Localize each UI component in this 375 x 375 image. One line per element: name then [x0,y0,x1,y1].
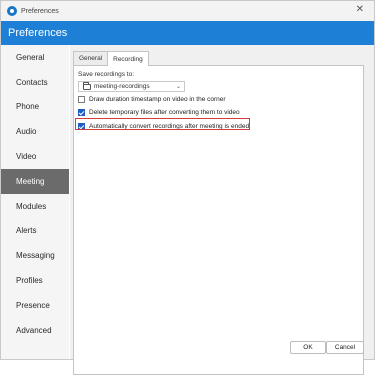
sidebar: General Contacts Phone Audio Video Meeti… [1,45,69,359]
save-recordings-label: Save recordings to: [78,71,135,78]
folder-select[interactable]: meeting-recordings ⌄ [78,81,185,92]
sidebar-item-presence[interactable]: Presence [1,293,69,318]
highlight-box [75,118,250,130]
title-bar: Preferences ✕ [1,1,374,21]
sidebar-item-phone[interactable]: Phone [1,95,69,120]
preferences-window: Preferences ✕ Preferences General Contac… [0,0,375,375]
app-logo-icon [7,6,17,16]
window-title: Preferences [21,7,59,15]
option-delete-temp-files[interactable]: Delete temporary files after converting … [78,107,240,117]
sidebar-item-modules[interactable]: Modules [1,194,69,219]
sidebar-item-alerts[interactable]: Alerts [1,219,69,244]
sidebar-item-advanced[interactable]: Advanced [1,318,69,343]
ok-button[interactable]: OK [290,341,326,354]
folder-icon [83,81,91,90]
draw-timestamp-label: Draw duration timestamp on video in the … [89,95,226,103]
header-bar: Preferences [1,21,374,45]
draw-timestamp-checkbox[interactable] [78,95,85,103]
tab-general[interactable]: General [73,51,109,65]
sidebar-item-audio[interactable]: Audio [1,119,69,144]
cancel-button[interactable]: Cancel [326,341,364,354]
delete-temp-files-label: Delete temporary files after converting … [89,108,240,116]
sidebar-item-meeting[interactable]: Meeting [1,168,69,194]
option-draw-timestamp[interactable]: Draw duration timestamp on video in the … [78,94,226,104]
delete-temp-files-checkbox[interactable] [78,108,85,116]
sidebar-item-profiles[interactable]: Profiles [1,268,69,293]
tab-recording[interactable]: Recording [107,51,149,66]
sidebar-item-general[interactable]: General [1,45,69,70]
tab-bar: General Recording [73,51,149,66]
page-title: Preferences [8,27,68,39]
sidebar-item-messaging[interactable]: Messaging [1,243,69,268]
folder-select-value: meeting-recordings [94,83,150,90]
close-icon[interactable]: ✕ [356,5,364,15]
recording-panel: Save recordings to: meeting-recordings ⌄… [73,65,364,375]
chevron-down-icon: ⌄ [175,84,181,90]
sidebar-item-video[interactable]: Video [1,144,69,169]
content-area: General Recording Save recordings to: me… [70,45,374,375]
sidebar-item-contacts[interactable]: Contacts [1,70,69,95]
